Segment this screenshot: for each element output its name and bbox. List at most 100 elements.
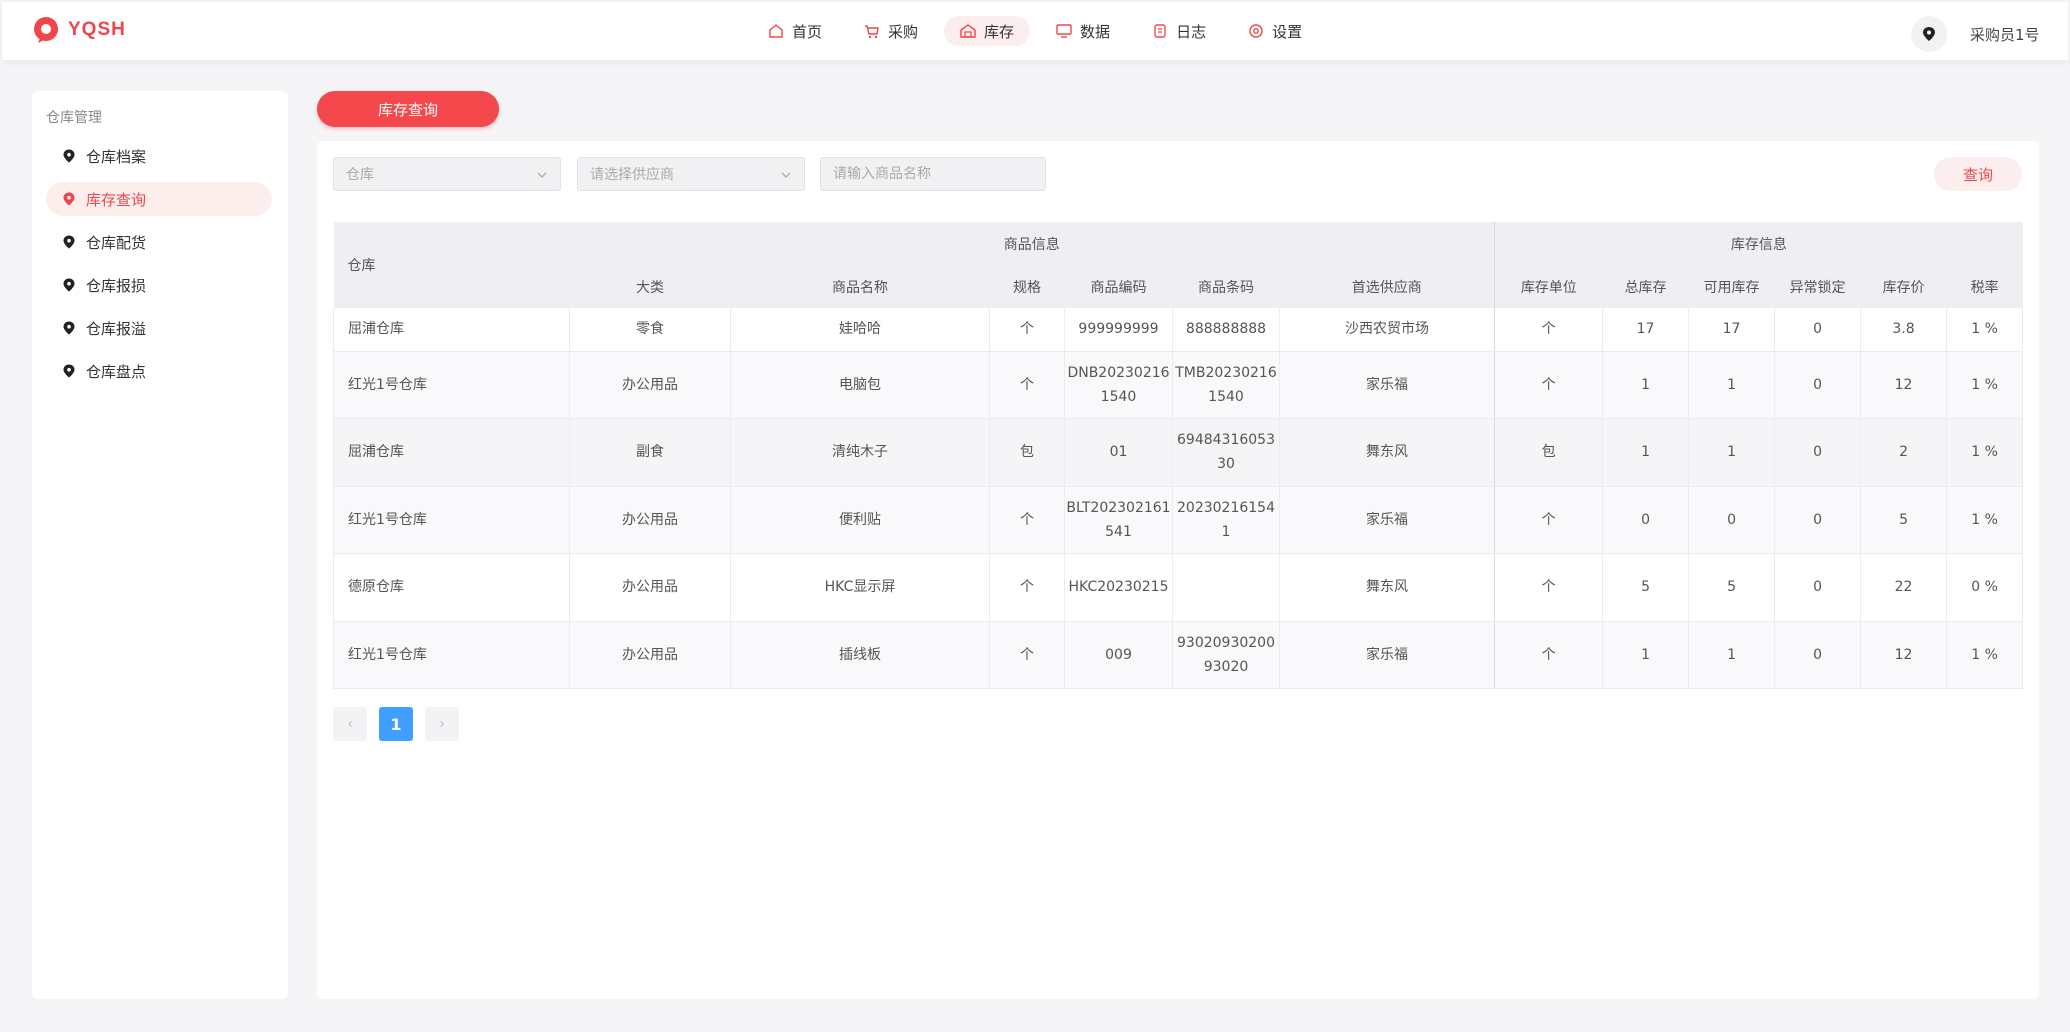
supplier-select-placeholder: 请选择供应商 <box>590 167 674 183</box>
table-cell: 1 <box>1602 418 1690 487</box>
table-row[interactable]: 红光1号仓库 办公用品 电脑包个 DNB202302161540 TMB20230216… <box>333 351 2024 419</box>
header-total-stock: 总库存 <box>1602 265 1689 308</box>
sidebar-item-label: 仓库报溢 <box>86 319 147 338</box>
table-cell: 红光1号仓库 <box>333 621 570 689</box>
monitor-icon <box>1056 24 1072 38</box>
user-avatar[interactable] <box>1911 16 1947 52</box>
table-cell: TMB202302161540 <box>1172 351 1280 419</box>
user-name[interactable]: 采购员1号 <box>1970 24 2040 45</box>
warehouse-select-placeholder: 仓库 <box>346 167 374 183</box>
nav-inventory[interactable]: 库存 <box>944 16 1031 46</box>
table-cell: 舞东风 <box>1279 553 1496 622</box>
table-cell: 1 % <box>1946 308 2024 352</box>
table-cell: 009 <box>1064 621 1173 689</box>
sidebar-item-stock-query[interactable]: 库存查询 <box>46 182 272 216</box>
table-cell: 12 <box>1860 351 1948 419</box>
sidebar-item-label: 仓库配货 <box>86 233 147 252</box>
prev-page-button[interactable]: ‹ <box>333 707 367 741</box>
table-cell: 包 <box>1494 418 1604 487</box>
page-1-button[interactable]: 1 <box>379 707 413 741</box>
table-row[interactable]: 屈浦仓库 零食 娃哈哈个 999999999 888888888 沙西农贸市场个 17 17 0… <box>333 308 2024 352</box>
table-row[interactable]: 屈浦仓库 副食 清纯木子包 01 6948431605330 舞东风包 1 1 0 2 1 % <box>333 418 2024 487</box>
table-cell: 个 <box>989 621 1065 689</box>
sidebar-item-loss-report[interactable]: 仓库报损 <box>46 268 272 302</box>
table-cell: 办公用品 <box>569 351 731 419</box>
next-page-button[interactable]: › <box>425 707 459 741</box>
product-name-field[interactable] <box>820 157 1046 191</box>
home-icon <box>769 24 783 38</box>
table-cell: 1 % <box>1946 418 2024 487</box>
table-cell: HKC显示屏 <box>730 553 990 622</box>
header-available-stock: 可用库存 <box>1688 265 1775 308</box>
table-cell: 3.8 <box>1860 308 1948 352</box>
table-row[interactable]: 红光1号仓库 办公用品 便利贴个 BLT202302161541 20230216154… <box>333 486 2024 554</box>
table-cell: 家乐福 <box>1279 486 1496 554</box>
table-cell: 0 <box>1774 351 1862 419</box>
table-cell: 0 <box>1602 486 1690 554</box>
table-cell: 副食 <box>569 418 731 487</box>
warehouse-select[interactable]: 仓库 <box>333 157 561 191</box>
table-cell: 0 % <box>1946 553 2024 622</box>
sidebar-item-warehouse-archive[interactable]: 仓库档案 <box>46 139 272 173</box>
table-cell: 个 <box>989 351 1065 419</box>
table-cell: 个 <box>1494 553 1604 622</box>
sidebar-item-overflow-report[interactable]: 仓库报溢 <box>46 311 272 345</box>
sidebar-item-stocktaking[interactable]: 仓库盘点 <box>46 354 272 388</box>
table-row[interactable]: 红光1号仓库 办公用品 插线板个 009 9302093020093020 家乐福个 1 1 0… <box>333 621 2024 689</box>
table-cell: 个 <box>989 308 1065 352</box>
table-cell: DNB202302161540 <box>1064 351 1173 419</box>
nav-home[interactable]: 首页 <box>752 16 838 46</box>
table-cell: 9302093020093020 <box>1172 621 1280 689</box>
gear-icon <box>1249 24 1263 38</box>
table-cell: 6948431605330 <box>1172 418 1280 487</box>
table-cell: 家乐福 <box>1279 621 1496 689</box>
table-cell: 娃哈哈 <box>730 308 990 352</box>
table-cell: 1 % <box>1946 351 2024 419</box>
pagination: ‹ 1 › <box>333 707 471 741</box>
header-product-info: 商品信息 <box>569 222 1496 265</box>
table-cell: 红光1号仓库 <box>333 351 570 419</box>
table-cell <box>1172 553 1280 622</box>
table-cell: 888888888 <box>1172 308 1280 352</box>
header-product-code: 商品编码 <box>1064 265 1173 308</box>
header-warehouse: 仓库 <box>333 222 570 308</box>
nav-log[interactable]: 日志 <box>1136 16 1222 46</box>
table-cell: 屈浦仓库 <box>333 308 570 352</box>
nav-data[interactable]: 数据 <box>1040 16 1126 46</box>
table-cell: 零食 <box>569 308 731 352</box>
nav-purchase[interactable]: 采购 <box>848 16 934 46</box>
header-stock-unit: 库存单位 <box>1494 265 1603 308</box>
table-cell: 17 <box>1602 308 1690 352</box>
table-cell: 5 <box>1688 553 1776 622</box>
nav-label: 采购 <box>888 22 919 41</box>
brand-logo[interactable]: YQSH <box>32 16 126 44</box>
product-name-input[interactable] <box>833 166 1033 182</box>
table-cell: 电脑包 <box>730 351 990 419</box>
sidebar-item-distribution[interactable]: 仓库配货 <box>46 225 272 259</box>
stock-table: 仓库 商品信息 库存信息 大类 商品名称 规格 商品编码 商品条码 首选供应商 … <box>333 222 2024 689</box>
header-tax-rate: 税率 <box>1946 265 2023 308</box>
table-cell: 红光1号仓库 <box>333 486 570 554</box>
table-cell: 办公用品 <box>569 621 731 689</box>
table-cell: 个 <box>989 486 1065 554</box>
header-stock-info: 库存信息 <box>1494 222 2023 265</box>
table-cell: 清纯木子 <box>730 418 990 487</box>
supplier-select[interactable]: 请选择供应商 <box>577 157 805 191</box>
nav-settings[interactable]: 设置 <box>1232 16 1318 46</box>
pin-icon <box>63 149 75 163</box>
page-tab-stock-query[interactable]: 库存查询 <box>317 91 499 127</box>
table-cell: HKC20230215 <box>1064 553 1173 622</box>
cart-icon <box>865 25 879 39</box>
sidebar-item-label: 库存查询 <box>86 190 147 209</box>
table-row[interactable]: 德原仓库 办公用品 HKC显示屏个 HKC20230215 舞东风个 5 5 0 22 0 % <box>333 553 2024 622</box>
table-cell: 999999999 <box>1064 308 1173 352</box>
table-cell: 202302161541 <box>1172 486 1280 554</box>
table-cell: 沙西农贸市场 <box>1279 308 1496 352</box>
sidebar-title: 仓库管理 <box>46 110 102 126</box>
location-pin-icon <box>1923 27 1935 41</box>
search-button[interactable]: 查询 <box>1934 157 2022 191</box>
table-cell: 1 <box>1602 621 1690 689</box>
table-cell: 插线板 <box>730 621 990 689</box>
table-cell: 1 <box>1602 351 1690 419</box>
top-header: YQSH 首页 采购 库存 数据 日志 设置 采购员1号 <box>2 2 2068 60</box>
